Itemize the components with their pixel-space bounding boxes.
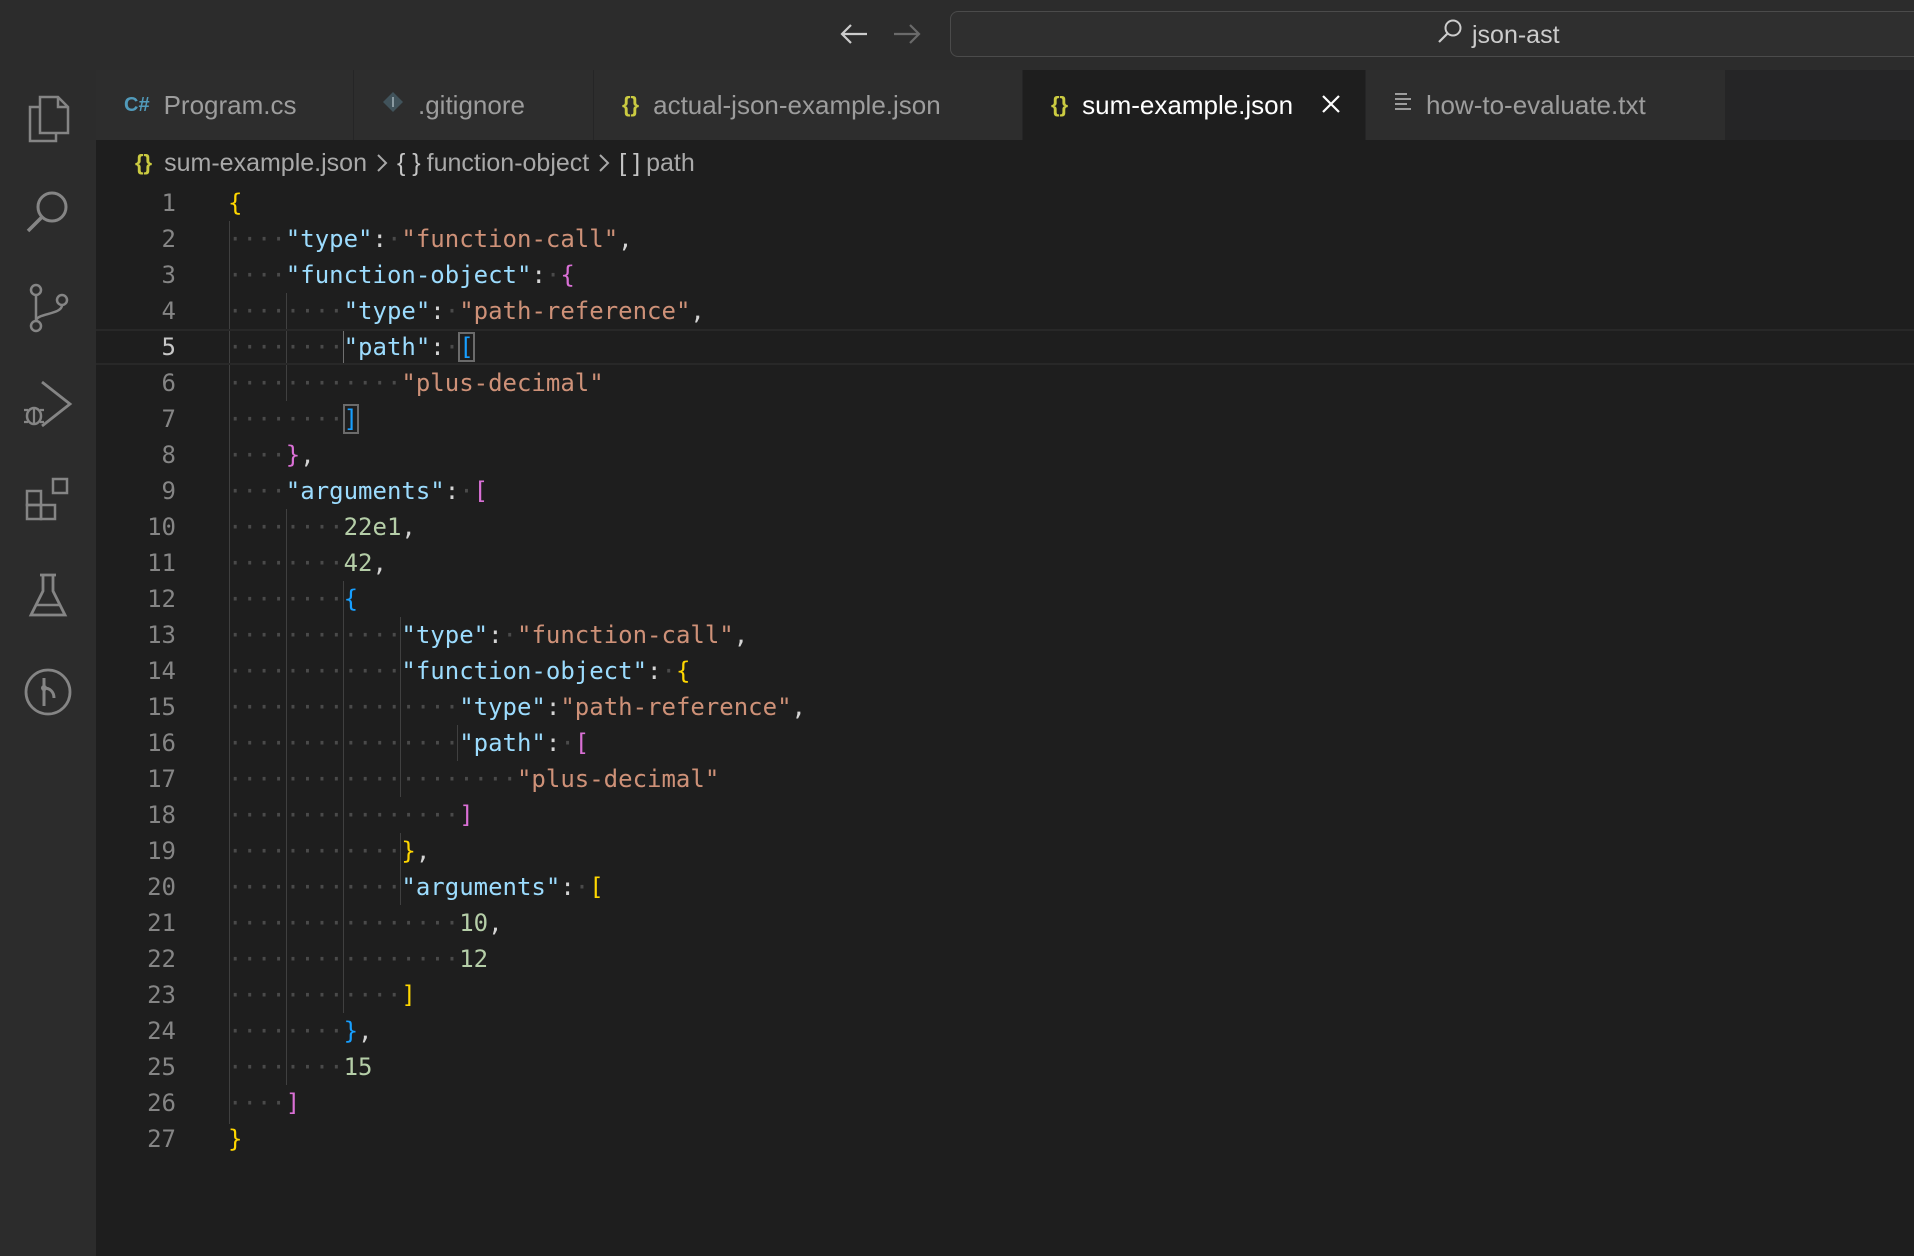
code-line: 4 ········"type":·"path-reference",: [96, 293, 1914, 329]
code-line: 10 ········22e1,: [96, 509, 1914, 545]
source-control-icon[interactable]: [19, 279, 77, 337]
line-number: 7: [161, 405, 176, 433]
chevron-right-icon: [597, 152, 611, 174]
code-line: 17 ····················"plus-decimal": [96, 761, 1914, 797]
search-text: json-ast: [1472, 20, 1560, 49]
close-tab-icon[interactable]: [1321, 90, 1341, 121]
json-file-icon: {}: [135, 150, 153, 175]
command-center-search[interactable]: json-ast: [950, 11, 1914, 57]
extensions-icon[interactable]: [19, 471, 77, 529]
line-number: 4: [161, 297, 176, 325]
breadcrumb-file[interactable]: sum-example.json: [164, 149, 367, 178]
breadcrumb: {} sum-example.json { } function-object …: [135, 143, 695, 183]
code-editor[interactable]: 1{ 2 ····"type":·"function-call", 3 ····"f…: [96, 185, 1914, 1256]
search-icon[interactable]: [19, 183, 77, 241]
line-number: 15: [147, 693, 176, 721]
code-line: 2 ····"type":·"function-call",: [96, 221, 1914, 257]
forward-arrow-icon[interactable]: [887, 14, 927, 54]
code-line: 7 ········]: [96, 401, 1914, 437]
code-line: 19 ············},: [96, 833, 1914, 869]
code-line: 20 ············"arguments":·[: [96, 869, 1914, 905]
run-debug-icon[interactable]: [19, 375, 77, 433]
code-line: 14 ············"function-object":·{: [96, 653, 1914, 689]
title-bar: json-ast: [0, 0, 1914, 71]
line-number: 23: [147, 981, 176, 1009]
object-symbol-icon: { }: [396, 148, 421, 177]
line-number: 18: [147, 801, 176, 829]
line-number: 21: [147, 909, 176, 937]
code-line: 8 ····},: [96, 437, 1914, 473]
line-number: 5: [161, 333, 176, 361]
line-number: 16: [147, 729, 176, 757]
line-number: 3: [161, 261, 176, 289]
line-number: 11: [147, 549, 176, 577]
csharp-file-icon: C#: [124, 93, 150, 116]
line-number: 22: [147, 945, 176, 973]
json-file-icon: {}: [622, 92, 640, 117]
array-symbol-icon: [ ]: [619, 148, 641, 177]
text-file-icon: [1394, 92, 1412, 118]
editor-tab-bar: C# Program.cs .gitignore {} actual-json-…: [96, 70, 1914, 140]
tab-actual-json-example[interactable]: {} actual-json-example.json: [594, 70, 1023, 140]
code-line: 21 ················10,: [96, 905, 1914, 941]
explorer-icon[interactable]: [19, 90, 77, 148]
line-number: 1: [161, 189, 176, 217]
git-file-icon: [382, 91, 404, 119]
code-line: 23 ············]: [96, 977, 1914, 1013]
line-number: 17: [147, 765, 176, 793]
code-line: 9 ····"arguments":·[: [96, 473, 1914, 509]
chevron-right-icon: [375, 152, 389, 174]
line-number: 20: [147, 873, 176, 901]
tab-how-to-evaluate[interactable]: how-to-evaluate.txt: [1366, 70, 1726, 140]
tab-sum-example-json[interactable]: {} sum-example.json: [1023, 70, 1366, 140]
code-line-current: 5 ········"path":·[: [96, 329, 1914, 365]
code-line: 22 ················12: [96, 941, 1914, 977]
code-line: 13 ············"type":·"function-call",: [96, 617, 1914, 653]
git-graph-icon[interactable]: [19, 663, 77, 721]
code-line: 16 ················"path":·[: [96, 725, 1914, 761]
line-number: 14: [147, 657, 176, 685]
code-line: 6 ············"plus-decimal": [96, 365, 1914, 401]
code-line: 3 ····"function-object":·{: [96, 257, 1914, 293]
code-line: 27}: [96, 1121, 1914, 1157]
code-line: 24 ········},: [96, 1013, 1914, 1049]
line-number: 9: [161, 477, 176, 505]
line-number: 2: [161, 225, 176, 253]
code-line: 26 ····]: [96, 1085, 1914, 1121]
breadcrumb-array[interactable]: path: [646, 149, 695, 178]
activity-bar: [0, 70, 96, 1256]
line-number: 13: [147, 621, 176, 649]
json-file-icon: {}: [1051, 92, 1069, 117]
code-line: 12 ········{: [96, 581, 1914, 617]
search-icon: [1436, 18, 1464, 53]
code-line: 25 ········15: [96, 1049, 1914, 1085]
line-number: 26: [147, 1089, 176, 1117]
line-number: 19: [147, 837, 176, 865]
breadcrumb-object[interactable]: function-object: [427, 149, 590, 178]
line-number: 25: [147, 1053, 176, 1081]
line-number: 24: [147, 1017, 176, 1045]
tab-gitignore[interactable]: .gitignore: [354, 70, 594, 140]
code-line: 18 ················]: [96, 797, 1914, 833]
code-line: 1{: [96, 185, 1914, 221]
back-arrow-icon[interactable]: [834, 14, 874, 54]
tab-program-cs[interactable]: C# Program.cs: [96, 70, 354, 140]
code-line: 11 ········42,: [96, 545, 1914, 581]
line-number: 8: [161, 441, 176, 469]
line-number: 6: [161, 369, 176, 397]
testing-icon[interactable]: [19, 567, 77, 625]
code-line: 15 ················"type":"path-reference…: [96, 689, 1914, 725]
line-number: 27: [147, 1125, 176, 1153]
line-number: 10: [147, 513, 176, 541]
line-number: 12: [147, 585, 176, 613]
